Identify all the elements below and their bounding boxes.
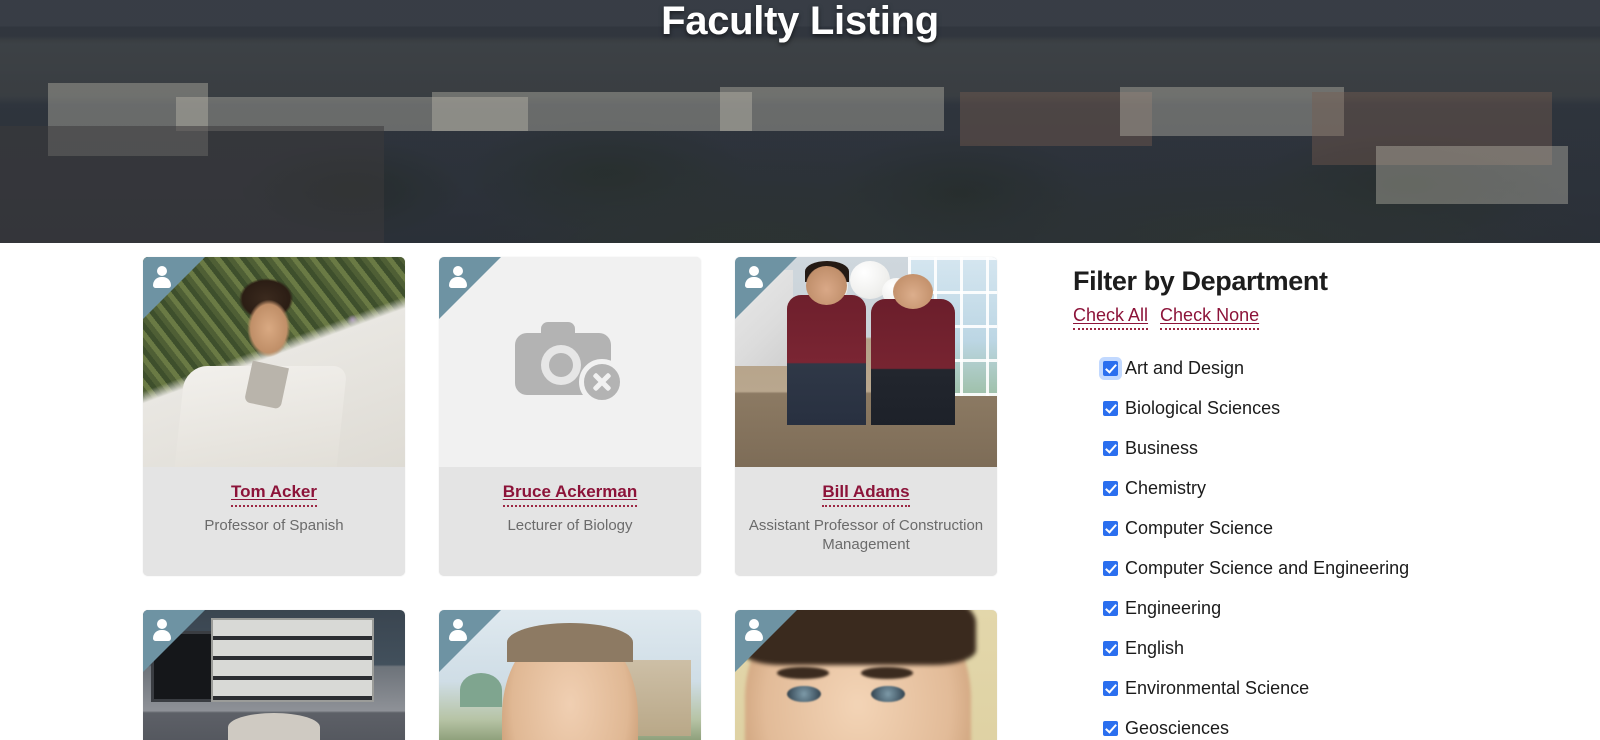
person-icon xyxy=(448,266,468,288)
department-checkbox[interactable] xyxy=(1103,720,1118,736)
faculty-name-link[interactable]: Bruce Ackerman xyxy=(502,482,638,507)
hero-banner: Faculty Listing xyxy=(0,0,1600,243)
faculty-photo xyxy=(143,257,405,467)
person-icon xyxy=(152,266,172,288)
department-label: Art and Design xyxy=(1125,358,1245,378)
department-checkbox[interactable] xyxy=(1103,600,1118,616)
faculty-name-link[interactable]: Bill Adams xyxy=(822,482,910,507)
faculty-photo xyxy=(439,610,701,740)
faculty-card-body: Bruce Ackerman Lecturer of Biology xyxy=(439,467,701,576)
faculty-photo xyxy=(439,257,701,467)
department-label: Geosciences xyxy=(1125,718,1230,738)
person-icon xyxy=(744,619,764,641)
department-filter-item[interactable]: Geosciences xyxy=(1073,708,1503,740)
person-icon xyxy=(744,266,764,288)
faculty-photo xyxy=(735,257,997,467)
department-checkbox[interactable] xyxy=(1103,680,1118,696)
department-filter-item[interactable]: Engineering xyxy=(1073,588,1503,628)
check-all-link[interactable]: Check All xyxy=(1073,303,1149,330)
faculty-card[interactable]: Bill Adams Assistant Professor of Constr… xyxy=(735,257,997,576)
faculty-card[interactable] xyxy=(439,610,701,740)
check-none-link[interactable]: Check None xyxy=(1160,303,1260,330)
person-icon xyxy=(152,619,172,641)
faculty-photo xyxy=(143,610,405,740)
department-checkbox[interactable] xyxy=(1103,400,1118,416)
department-filter-item[interactable]: Computer Science and Engineering xyxy=(1073,548,1503,588)
faculty-card[interactable] xyxy=(143,610,405,740)
department-checkbox[interactable] xyxy=(1103,480,1118,496)
department-filter-item[interactable]: Business xyxy=(1073,428,1503,468)
filter-shortcut-links: Check All Check None xyxy=(1073,303,1503,330)
faculty-card-body: Bill Adams Assistant Professor of Constr… xyxy=(735,467,997,576)
page-content: Tom Acker Professor of Spanish Bruce Ack… xyxy=(0,243,1600,740)
faculty-title: Professor of Spanish xyxy=(204,517,344,534)
department-label: Business xyxy=(1125,438,1199,458)
faculty-card[interactable]: Tom Acker Professor of Spanish xyxy=(143,257,405,576)
department-label: Engineering xyxy=(1125,598,1222,618)
department-label: Computer Science and Engineering xyxy=(1125,558,1410,578)
person-icon xyxy=(448,619,468,641)
faculty-photo xyxy=(735,610,997,740)
department-label: Chemistry xyxy=(1125,478,1207,498)
faculty-name-link[interactable]: Tom Acker xyxy=(231,482,317,507)
department-filter-item[interactable]: Art and Design xyxy=(1073,348,1503,388)
department-list: Art and Design Biological Sciences Busines… xyxy=(1073,348,1503,740)
department-checkbox[interactable] xyxy=(1103,360,1118,376)
page-title: Faculty Listing xyxy=(661,0,939,43)
department-checkbox[interactable] xyxy=(1103,640,1118,656)
department-checkbox[interactable] xyxy=(1103,520,1118,536)
faculty-card[interactable]: Bruce Ackerman Lecturer of Biology xyxy=(439,257,701,576)
department-checkbox[interactable] xyxy=(1103,440,1118,456)
department-filter-item[interactable]: Biological Sciences xyxy=(1073,388,1503,428)
department-filter-item[interactable]: Chemistry xyxy=(1073,468,1503,508)
filter-heading: Filter by Department xyxy=(1073,266,1328,296)
camera-x-icon xyxy=(515,319,625,405)
department-filter-item[interactable]: English xyxy=(1073,628,1503,668)
department-label: Computer Science xyxy=(1125,518,1274,538)
department-label: English xyxy=(1125,638,1185,658)
department-filter-item[interactable]: Environmental Science xyxy=(1073,668,1503,708)
department-label: Environmental Science xyxy=(1125,678,1310,698)
faculty-card[interactable] xyxy=(735,610,997,740)
faculty-grid: Tom Acker Professor of Spanish Bruce Ack… xyxy=(143,257,1043,740)
department-checkbox[interactable] xyxy=(1103,560,1118,576)
faculty-title: Assistant Professor of Construction Mana… xyxy=(748,517,984,553)
department-filter-item[interactable]: Computer Science xyxy=(1073,508,1503,548)
department-filter-panel: Filter by Department Check All Check Non… xyxy=(1073,257,1503,740)
department-label: Biological Sciences xyxy=(1125,398,1281,418)
faculty-card-body: Tom Acker Professor of Spanish xyxy=(143,467,405,576)
faculty-title: Lecturer of Biology xyxy=(507,517,633,534)
